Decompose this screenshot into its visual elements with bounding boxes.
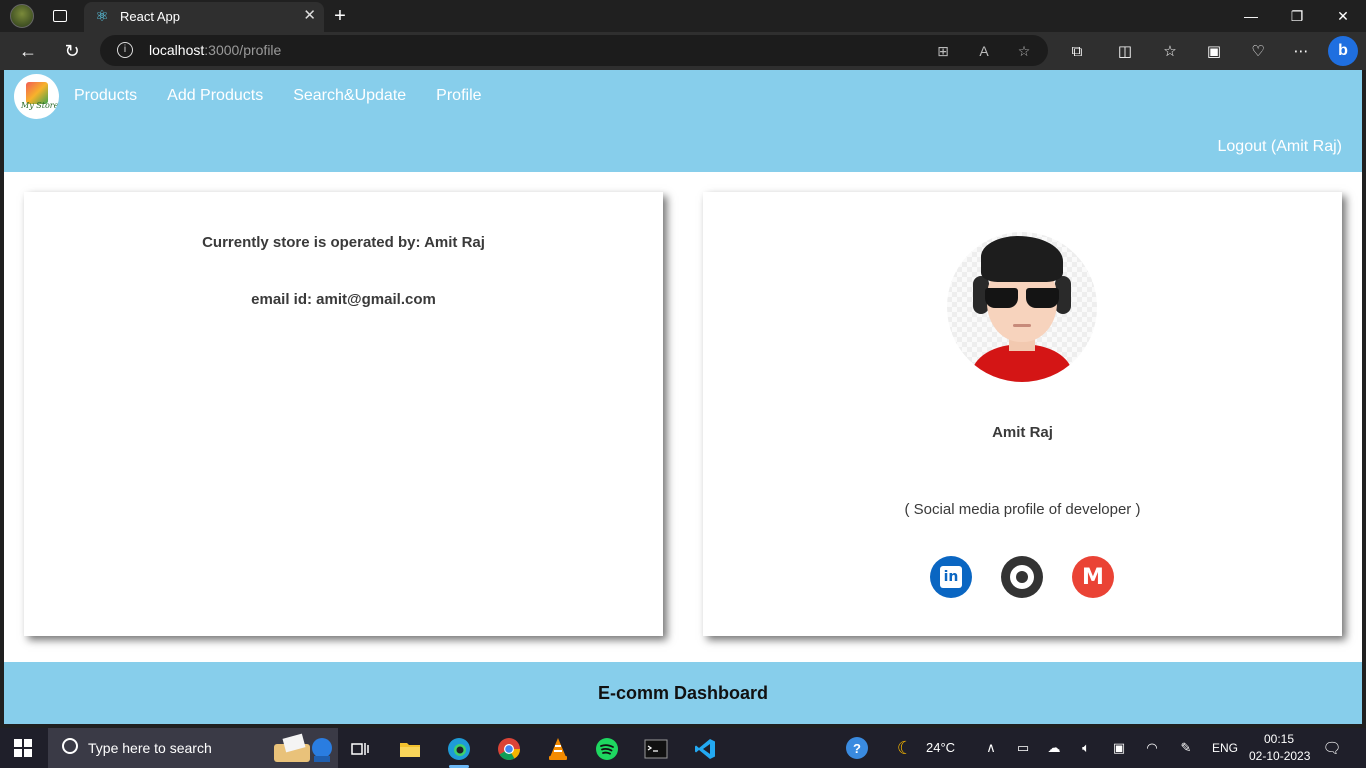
taskbar-search[interactable]: Type here to search: [48, 728, 338, 768]
logo-text: My Store: [21, 101, 59, 110]
clock-time[interactable]: 00:15: [1264, 732, 1294, 746]
nav-link-products[interactable]: Products: [74, 87, 137, 105]
language-indicator[interactable]: ENG: [1212, 741, 1238, 755]
edge-icon[interactable]: [439, 732, 479, 768]
minimize-icon[interactable]: —: [1228, 0, 1274, 32]
search-highlight-icon: [274, 733, 332, 762]
app-header: My Store Products Add Products Search&Up…: [4, 70, 1362, 172]
vscode-icon[interactable]: [685, 732, 725, 766]
taskbar: Type here to search ? ☾ 24°C ∧ ▭ ☁ 🔈︎ ▣ …: [0, 728, 1366, 768]
url-text[interactable]: localhost:3000/profile: [149, 42, 281, 58]
logout-link[interactable]: Logout (Amit Raj): [1218, 138, 1343, 156]
tab-title: React App: [120, 9, 180, 24]
weather-temp[interactable]: 24°C: [926, 740, 955, 755]
meet-now-icon[interactable]: ▣: [1110, 739, 1128, 757]
split-screen-icon[interactable]: ◫: [1112, 38, 1138, 64]
pen-icon[interactable]: ✎: [1177, 739, 1195, 757]
operator-text: Currently store is operated by: Amit Raj: [202, 234, 485, 251]
file-explorer-icon[interactable]: [390, 732, 430, 766]
bing-copilot-icon[interactable]: b: [1328, 36, 1358, 66]
address-bar[interactable]: i localhost:3000/profile ⊞ A ☆: [100, 35, 1048, 66]
favorite-star-icon[interactable]: ☆: [1013, 40, 1035, 62]
read-aloud-icon[interactable]: A: [973, 40, 995, 62]
extensions-icon[interactable]: ⧉: [1064, 38, 1090, 64]
developer-card: Amit Raj ( Social media profile of devel…: [703, 192, 1342, 636]
restore-icon[interactable]: ❐: [1274, 0, 1320, 32]
nav-link-search-update[interactable]: Search&Update: [293, 87, 406, 105]
site-info-icon[interactable]: i: [117, 42, 133, 58]
email-text: email id: amit@gmail.com: [251, 291, 436, 308]
browser-profile-icon[interactable]: [10, 4, 34, 28]
linkedin-icon[interactable]: in: [930, 556, 972, 598]
close-window-icon[interactable]: ✕: [1320, 0, 1366, 32]
gmail-icon[interactable]: M: [1072, 556, 1114, 598]
close-tab-icon[interactable]: ✕: [303, 6, 316, 24]
app-footer: E-comm Dashboard: [4, 662, 1362, 724]
browser-toolbar: ← ↻ i localhost:3000/profile ⊞ A ☆ ⧉ ◫ ☆…: [0, 32, 1366, 70]
nav-link-profile[interactable]: Profile: [436, 87, 481, 105]
tab-actions-icon[interactable]: [48, 4, 72, 28]
footer-title: E-comm Dashboard: [597, 682, 769, 703]
chrome-icon[interactable]: [489, 732, 529, 766]
browser-tab-strip: ⚛ React App ✕ + — ❐ ✕: [0, 0, 1366, 32]
notifications-icon[interactable]: 🗨︎: [1322, 739, 1341, 757]
nav-link-add-products[interactable]: Add Products: [167, 87, 263, 105]
main-nav: Products Add Products Search&Update Prof…: [74, 87, 482, 105]
github-icon[interactable]: [1001, 556, 1043, 598]
developer-avatar: [947, 232, 1097, 382]
weather-moon-icon[interactable]: ☾: [896, 738, 914, 758]
spotify-icon[interactable]: [587, 732, 627, 766]
web-page: My Store Products Add Products Search&Up…: [4, 70, 1362, 724]
collections-icon[interactable]: ▣: [1201, 38, 1227, 64]
favorites-icon[interactable]: ☆: [1157, 38, 1183, 64]
clock-date[interactable]: 02-10-2023: [1249, 749, 1310, 763]
social-note: ( Social media profile of developer ): [904, 501, 1141, 518]
show-hidden-icons-icon[interactable]: ∧: [982, 739, 1000, 757]
store-logo[interactable]: My Store: [14, 74, 59, 119]
vlc-icon[interactable]: [538, 732, 578, 766]
search-placeholder: Type here to search: [88, 740, 212, 756]
more-icon[interactable]: ⋯: [1288, 38, 1314, 64]
help-icon[interactable]: ?: [846, 737, 868, 759]
task-view-icon[interactable]: [340, 732, 380, 766]
windows-start-icon[interactable]: [14, 739, 32, 757]
refresh-icon[interactable]: ↻: [59, 38, 85, 64]
browser-essentials-icon[interactable]: ♡: [1245, 38, 1271, 64]
operator-card: Currently store is operated by: Amit Raj…: [24, 192, 663, 636]
onedrive-icon[interactable]: ☁: [1045, 739, 1063, 757]
developer-name: Amit Raj: [992, 424, 1053, 441]
volume-icon[interactable]: 🔈︎: [1077, 739, 1095, 757]
react-icon: ⚛: [95, 8, 109, 25]
wifi-icon[interactable]: ◠: [1143, 739, 1161, 757]
app-available-icon[interactable]: ⊞: [932, 40, 954, 62]
browser-tab[interactable]: ⚛ React App ✕: [84, 2, 324, 32]
search-icon: [62, 738, 78, 754]
back-icon[interactable]: ←: [15, 38, 41, 64]
terminal-icon[interactable]: [636, 732, 676, 766]
battery-icon[interactable]: ▭: [1014, 739, 1032, 757]
new-tab-icon[interactable]: +: [328, 4, 352, 28]
